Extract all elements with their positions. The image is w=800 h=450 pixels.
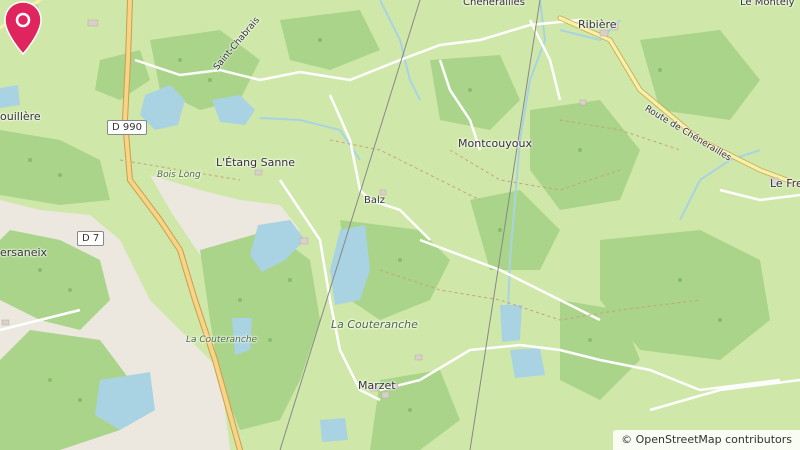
map-view[interactable]: Ribière Le Montely Chénerailles ouillère… — [0, 0, 800, 450]
place-label-montcouyoux: Montcouyoux — [458, 137, 532, 150]
map-attribution[interactable]: © OpenStreetMap contributors — [613, 430, 800, 450]
place-label-balz: Balz — [364, 195, 386, 206]
place-label-cheneralles: Chénerailles — [463, 0, 525, 8]
location-pin-icon[interactable] — [0, 0, 46, 56]
road-shield-d7: D 7 — [77, 231, 105, 246]
feature-label-bois-long: Bois Long — [157, 170, 201, 180]
place-label-ersaneix: ersaneix — [0, 246, 48, 259]
place-label-ribiere: Ribière — [578, 18, 617, 31]
place-label-marzet: Marzet — [358, 379, 396, 392]
feature-label-la-couteranche: La Couteranche — [331, 318, 418, 331]
place-label-ouillere: ouillère — [0, 110, 41, 123]
place-label-le-montely: Le Montely — [740, 0, 795, 8]
map-canvas — [0, 0, 800, 450]
road-shield-d990: D 990 — [107, 120, 147, 135]
feature-label-la-couteranche-small: La Couteranche — [186, 335, 258, 345]
place-label-le-fres: Le Fres — [770, 177, 800, 190]
place-label-etang-sanne: L'Étang Sanne — [216, 156, 296, 169]
